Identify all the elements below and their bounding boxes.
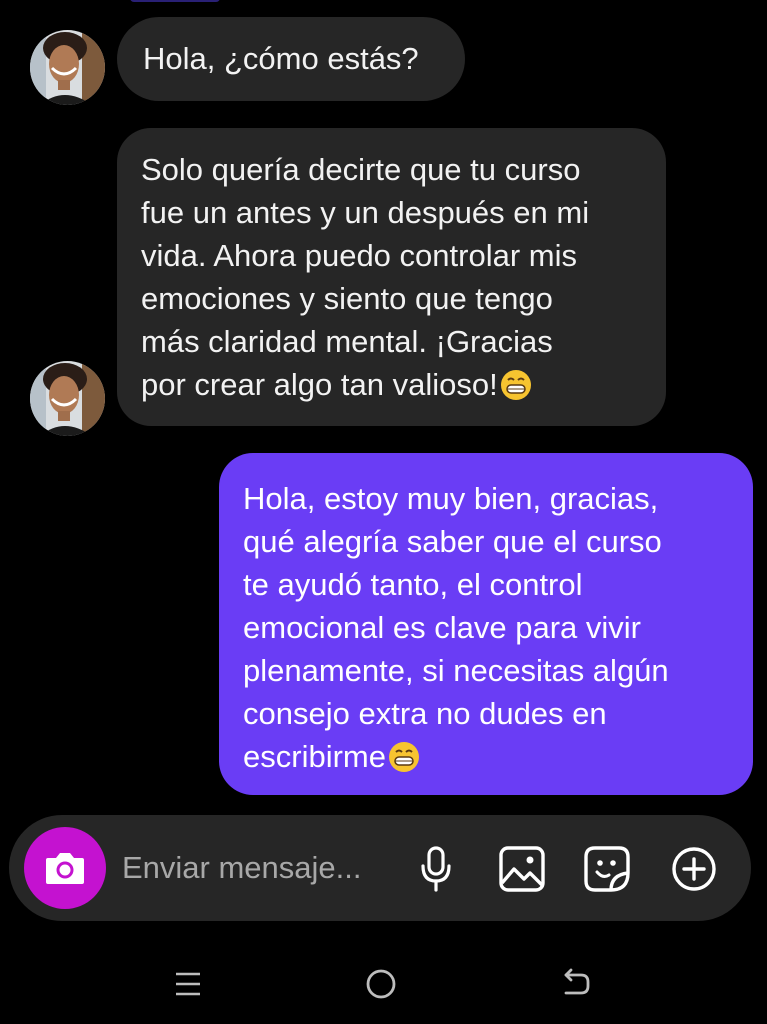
message-input[interactable] — [122, 845, 407, 891]
message-line: por crear algo tan valioso! — [141, 367, 498, 402]
back-icon — [564, 968, 590, 995]
recent-apps-button[interactable] — [166, 962, 210, 1006]
recent-apps-icon — [176, 972, 200, 996]
incoming-message-bubble[interactable]: Solo quería decirte que tu curso fue un … — [117, 128, 666, 426]
grinning-face-icon — [388, 742, 419, 772]
message-line: Hola, ¿cómo estás? — [143, 41, 419, 76]
message-line: emociones y siento que tengo — [141, 281, 553, 316]
message-line: más claridad mental. ¡Gracias — [141, 324, 553, 359]
gallery-button[interactable] — [497, 844, 547, 894]
sticker-button[interactable] — [582, 844, 632, 894]
avatar-photo — [30, 30, 105, 105]
message-line-with-emoji: por crear algo tan valioso! — [141, 363, 642, 406]
microphone-icon — [421, 846, 451, 892]
plus-circle-icon — [672, 847, 716, 891]
message-line: Hola, estoy muy bien, gracias, — [243, 481, 659, 516]
incoming-message-bubble[interactable]: Hola, ¿cómo estás? — [117, 17, 465, 101]
message-line: Solo quería decirte que tu curso — [141, 152, 581, 187]
message-line: consejo extra no dudes en — [243, 696, 607, 731]
message-line: vida. Ahora puedo controlar mis — [141, 238, 577, 273]
back-button[interactable] — [554, 962, 598, 1006]
message-line: fue un antes y un después en mi — [141, 195, 590, 230]
camera-button[interactable] — [24, 827, 106, 909]
previous-message-edge — [130, 0, 220, 2]
message-line: plenamente, si necesitas algún — [243, 653, 669, 688]
home-icon — [366, 969, 396, 999]
outgoing-message-bubble[interactable]: Hola, estoy muy bien, gracias, qué alegr… — [219, 453, 753, 795]
contact-avatar[interactable] — [30, 30, 105, 105]
sticker-icon — [584, 846, 630, 892]
microphone-button[interactable] — [411, 844, 461, 894]
message-line: escribirme — [243, 739, 386, 774]
home-button[interactable] — [359, 962, 403, 1006]
message-line: te ayudó tanto, el control — [243, 567, 583, 602]
more-options-button[interactable] — [669, 844, 719, 894]
image-gallery-icon — [499, 846, 545, 892]
message-line: emocional es clave para vivir — [243, 610, 642, 645]
contact-avatar[interactable] — [30, 361, 105, 436]
message-line: qué alegría saber que el curso — [243, 524, 662, 559]
message-line-with-emoji: escribirme — [243, 735, 729, 778]
grinning-face-icon — [500, 370, 531, 400]
message-composer — [9, 815, 751, 921]
camera-icon — [46, 853, 84, 884]
system-navigation-bar — [0, 940, 767, 1024]
avatar-photo — [30, 361, 105, 436]
